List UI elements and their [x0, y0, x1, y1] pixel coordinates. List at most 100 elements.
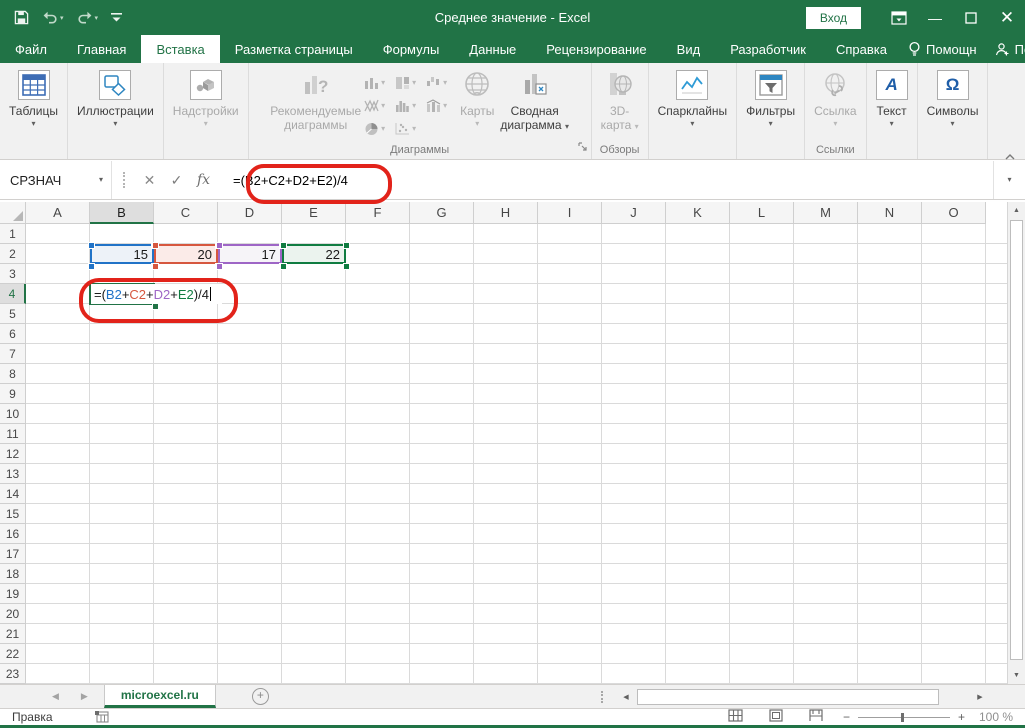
- row-header-18[interactable]: 18: [0, 564, 26, 584]
- column-header-E[interactable]: E: [282, 202, 346, 224]
- cell-B2[interactable]: 15: [90, 244, 154, 264]
- tables-button[interactable]: Таблицы ▾: [6, 68, 61, 128]
- row-header-22[interactable]: 22: [0, 644, 26, 664]
- row-header-14[interactable]: 14: [0, 484, 26, 504]
- column-header-C[interactable]: C: [154, 202, 218, 224]
- save-button[interactable]: [14, 10, 29, 25]
- tab-Рецензирование[interactable]: Рецензирование: [531, 35, 661, 63]
- column-header-O[interactable]: O: [922, 202, 986, 224]
- sheet-tab[interactable]: microexcel.ru: [104, 685, 216, 708]
- cells-layer[interactable]: =(B2+C2+D2+E2)/4 15201722: [26, 224, 1007, 684]
- fill-handle[interactable]: [152, 303, 159, 310]
- range-handle[interactable]: [216, 242, 223, 249]
- zoom-in-button[interactable]: +: [958, 710, 965, 724]
- column-header-I[interactable]: I: [538, 202, 602, 224]
- share-button[interactable]: Поделиться: [989, 42, 1025, 57]
- tab-Справка[interactable]: Справка: [821, 35, 902, 63]
- tab-Главная[interactable]: Главная: [62, 35, 141, 63]
- macro-record-button[interactable]: [95, 711, 109, 723]
- range-handle[interactable]: [88, 263, 95, 270]
- close-button[interactable]: ✕: [989, 0, 1025, 35]
- collapse-ribbon-button[interactable]: [1005, 147, 1015, 153]
- page-layout-view-button[interactable]: [769, 709, 783, 725]
- horizontal-scrollbar[interactable]: [635, 689, 971, 705]
- scroll-down-button[interactable]: ▼: [1008, 667, 1025, 684]
- expand-formula-bar-button[interactable]: ▾: [993, 161, 1025, 199]
- pie-chart-button[interactable]: ▾: [364, 117, 395, 140]
- tab-scroll-grip[interactable]: [601, 691, 603, 703]
- combo-chart-button[interactable]: ▾: [426, 94, 457, 117]
- map-3d-button[interactable]: 3D- карта ▾: [598, 68, 642, 132]
- scroll-right-button[interactable]: ▶: [971, 689, 989, 705]
- hierarchy-chart-button[interactable]: ▾: [395, 71, 426, 94]
- row-header-17[interactable]: 17: [0, 544, 26, 564]
- tab-Разметка страницы[interactable]: Разметка страницы: [220, 35, 368, 63]
- line-chart-button[interactable]: ▾: [364, 94, 395, 117]
- row-header-7[interactable]: 7: [0, 344, 26, 364]
- undo-dropdown-icon[interactable]: ▾: [60, 15, 64, 23]
- column-header-B[interactable]: B: [90, 202, 154, 224]
- enter-button[interactable]: ✓: [163, 172, 190, 189]
- column-header-H[interactable]: H: [474, 202, 538, 224]
- vertical-scroll-thumb[interactable]: [1010, 220, 1023, 660]
- page-break-view-button[interactable]: [809, 709, 823, 725]
- range-handle[interactable]: [280, 263, 287, 270]
- tab-Данные[interactable]: Данные: [454, 35, 531, 63]
- tab-Формулы[interactable]: Формулы: [368, 35, 455, 63]
- column-header-F[interactable]: F: [346, 202, 410, 224]
- column-header-L[interactable]: L: [730, 202, 794, 224]
- column-header-A[interactable]: A: [26, 202, 90, 224]
- zoom-out-button[interactable]: −: [843, 710, 850, 724]
- row-header-15[interactable]: 15: [0, 504, 26, 524]
- range-handle[interactable]: [216, 263, 223, 270]
- illustrations-button[interactable]: Иллюстрации ▾: [74, 68, 157, 128]
- tab-Вставка[interactable]: Вставка: [141, 35, 219, 63]
- text-button[interactable]: А Текст ▾: [873, 68, 911, 128]
- minimize-button[interactable]: —: [917, 0, 953, 35]
- tab-Файл[interactable]: Файл: [0, 35, 62, 63]
- row-header-16[interactable]: 16: [0, 524, 26, 544]
- row-header-3[interactable]: 3: [0, 264, 26, 284]
- name-box-dropdown-icon[interactable]: ▾: [99, 176, 103, 184]
- recommended-charts-button[interactable]: ? Рекомендуемые диаграммы: [267, 68, 364, 132]
- next-sheet-button[interactable]: ▶: [81, 691, 88, 702]
- edit-cell[interactable]: =(B2+C2+D2+E2)/4: [91, 284, 222, 304]
- charts-dialog-launcher[interactable]: [578, 138, 587, 156]
- column-header-N[interactable]: N: [858, 202, 922, 224]
- previous-sheet-button[interactable]: ◀: [52, 691, 59, 702]
- new-sheet-button[interactable]: +: [252, 688, 269, 705]
- sign-in-button[interactable]: Вход: [806, 7, 861, 29]
- cell-E2[interactable]: 22: [282, 244, 346, 264]
- zoom-slider-thumb[interactable]: [901, 713, 904, 722]
- scatter-chart-button[interactable]: ▾: [395, 117, 426, 140]
- row-header-5[interactable]: 5: [0, 304, 26, 324]
- cell-C2[interactable]: 20: [154, 244, 218, 264]
- normal-view-button[interactable]: [728, 709, 743, 725]
- column-header-G[interactable]: G: [410, 202, 474, 224]
- row-header-20[interactable]: 20: [0, 604, 26, 624]
- help-assistant-button[interactable]: Помощн: [902, 41, 983, 57]
- select-all-button[interactable]: [0, 202, 26, 224]
- name-box[interactable]: СРЗНАЧ ▾: [0, 161, 112, 199]
- row-header-19[interactable]: 19: [0, 584, 26, 604]
- tab-Вид[interactable]: Вид: [662, 35, 716, 63]
- histogram-chart-button[interactable]: ▾: [395, 94, 426, 117]
- cancel-button[interactable]: ✕: [136, 172, 163, 189]
- insert-function-button[interactable]: fx: [190, 172, 217, 188]
- symbols-button[interactable]: Ω Символы ▾: [924, 68, 982, 128]
- customize-qat-button[interactable]: [111, 12, 122, 23]
- scroll-up-button[interactable]: ▲: [1008, 202, 1025, 219]
- vertical-scrollbar[interactable]: ▲ ▼: [1007, 202, 1025, 684]
- cell-D2[interactable]: 17: [218, 244, 282, 264]
- row-header-12[interactable]: 12: [0, 444, 26, 464]
- row-header-13[interactable]: 13: [0, 464, 26, 484]
- column-header-D[interactable]: D: [218, 202, 282, 224]
- filters-button[interactable]: Фильтры ▾: [743, 68, 798, 128]
- row-header-23[interactable]: 23: [0, 664, 26, 684]
- redo-dropdown-icon[interactable]: ▾: [95, 15, 99, 23]
- column-header-K[interactable]: K: [666, 202, 730, 224]
- tab-Разработчик[interactable]: Разработчик: [715, 35, 821, 63]
- maximize-button[interactable]: [953, 0, 989, 35]
- row-header-11[interactable]: 11: [0, 424, 26, 444]
- row-header-8[interactable]: 8: [0, 364, 26, 384]
